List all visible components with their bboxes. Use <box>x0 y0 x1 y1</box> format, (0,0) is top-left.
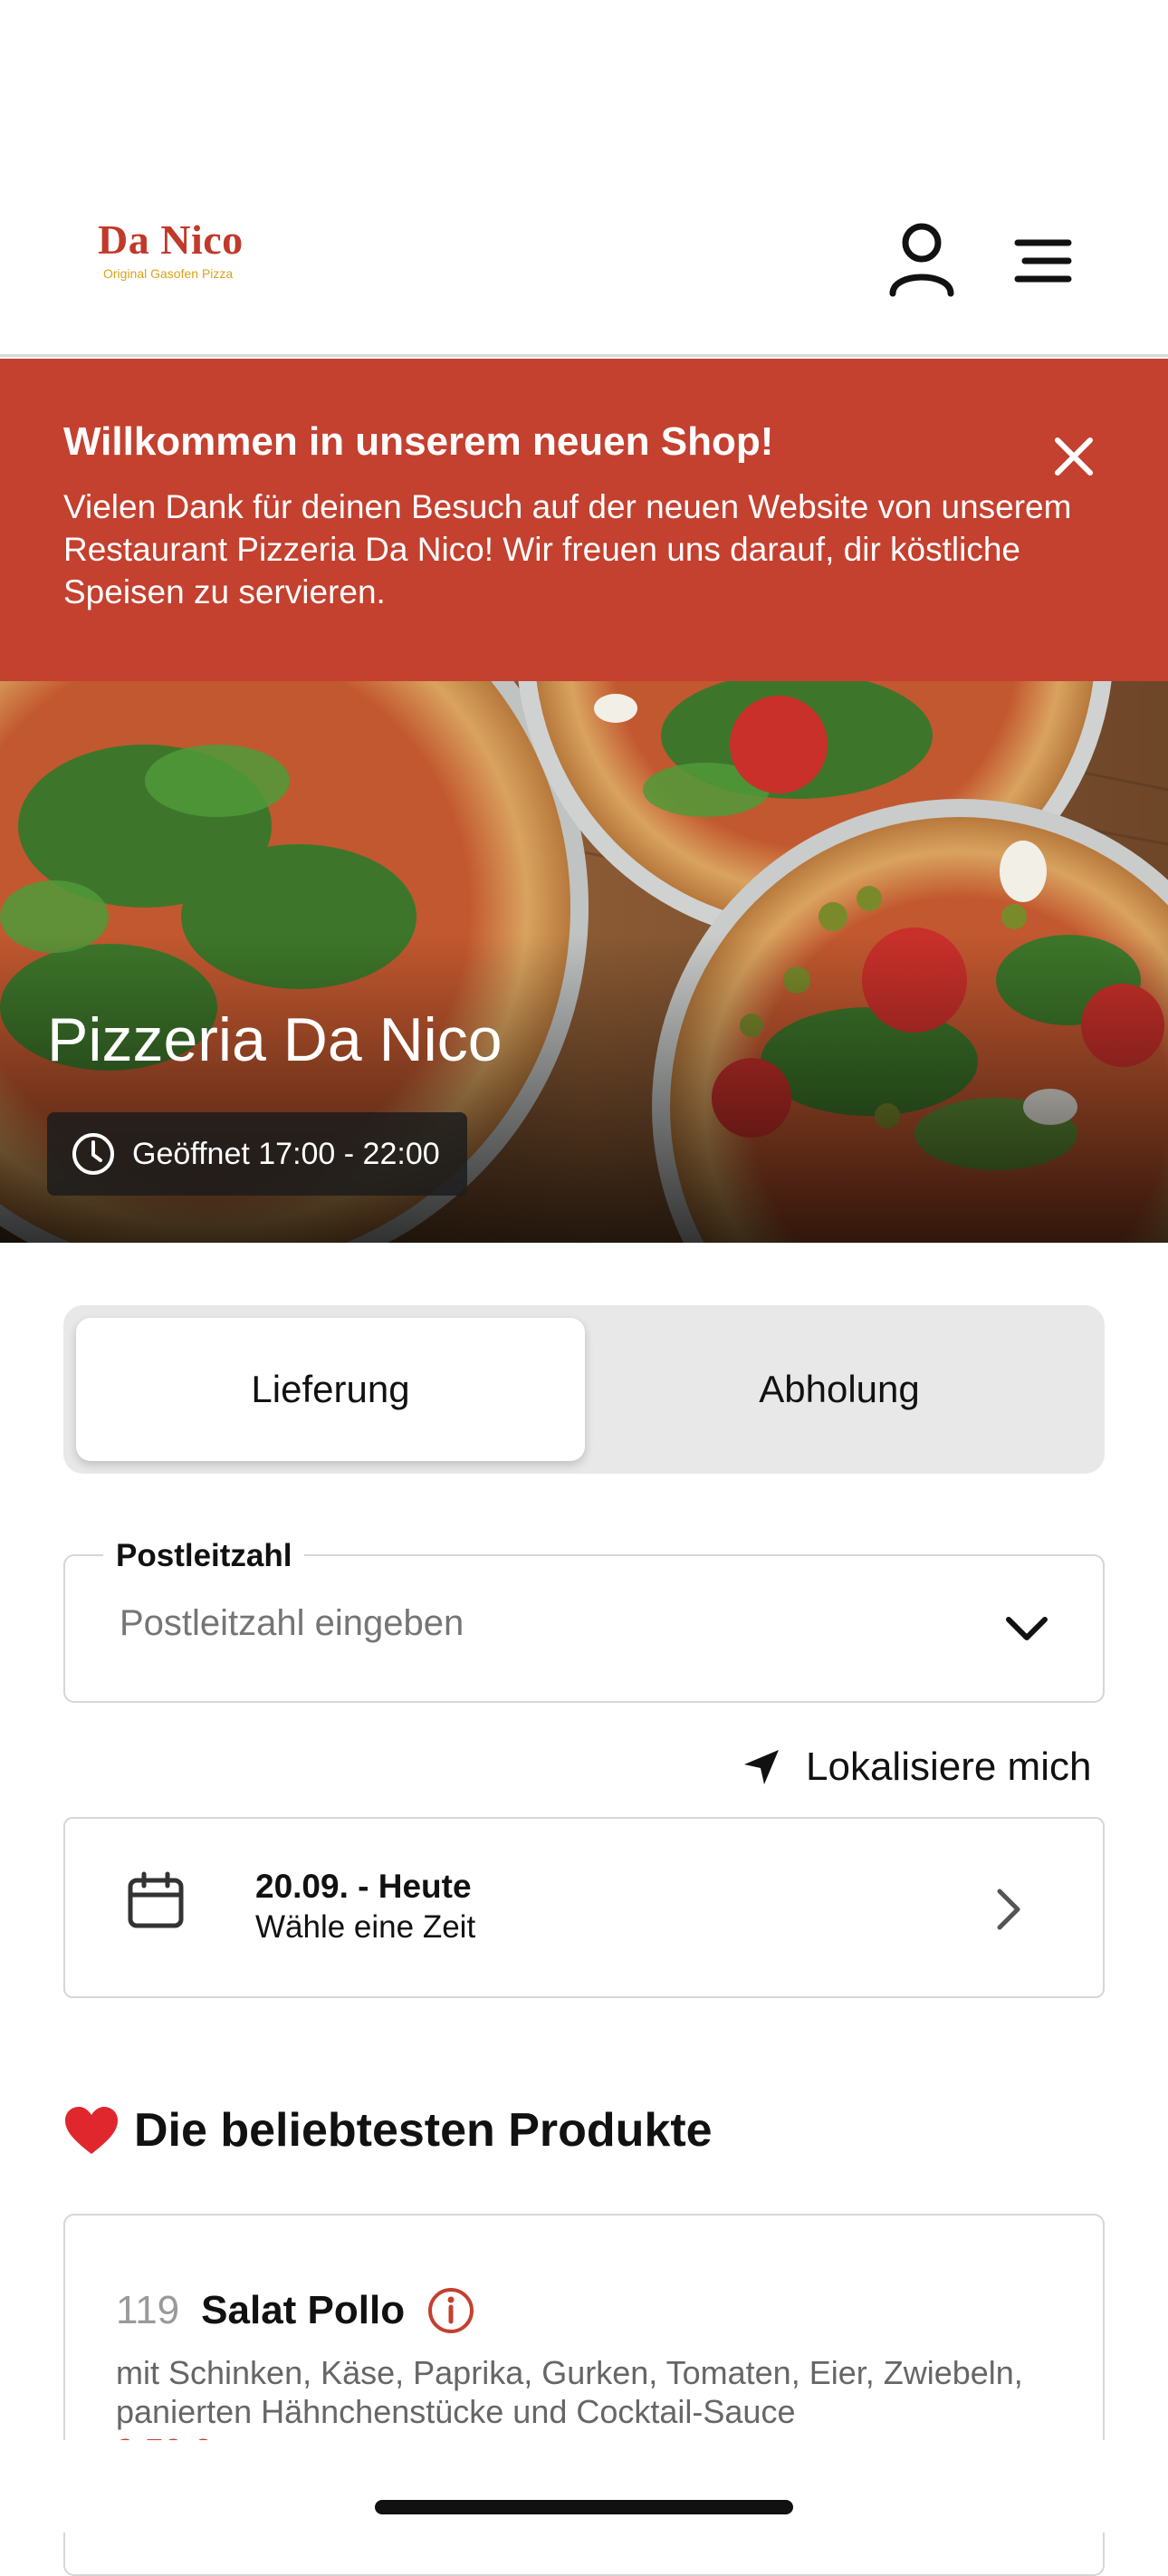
info-icon[interactable] <box>426 2286 475 2335</box>
tab-pickup[interactable]: Abholung <box>585 1318 1094 1461</box>
order-mode-toggle: Lieferung Abholung <box>63 1305 1105 1474</box>
product-description: mit Schinken, Käse, Paprika, Gurken, Tom… <box>116 2354 1023 2430</box>
chevron-right-icon <box>992 1886 1025 1937</box>
postal-code-input[interactable] <box>120 1603 934 1644</box>
chevron-down-icon <box>1006 1617 1048 1640</box>
locate-me-button[interactable]: Lokalisiere mich <box>742 1745 1091 1790</box>
product-number: 119 <box>116 2288 180 2332</box>
account-button[interactable] <box>887 221 956 297</box>
menu-button[interactable] <box>1012 237 1076 284</box>
bottom-area <box>0 2440 1168 2533</box>
welcome-banner: Willkommen in unserem neuen Shop! Vielen… <box>0 359 1168 681</box>
banner-title: Willkommen in unserem neuen Shop! <box>63 419 774 464</box>
logo-tagline: Original Gasofen Pizza <box>103 266 234 281</box>
date-time-picker[interactable] <box>63 1817 1105 1998</box>
home-indicator[interactable] <box>375 2500 793 2514</box>
postal-code-label: Postleitzahl <box>103 1540 305 1572</box>
clock-icon <box>72 1133 114 1175</box>
opening-hours-text: Geöffnet 17:00 - 22:00 <box>132 1136 440 1171</box>
logo[interactable]: Da Nico Original Gasofen Pizza <box>98 216 261 282</box>
locate-me-label: Lokalisiere mich <box>806 1745 1092 1789</box>
menu-icon <box>1014 239 1072 283</box>
opening-hours-badge: Geöffnet 17:00 - 22:00 <box>47 1112 467 1196</box>
restaurant-name: Pizzeria Da Nico <box>47 1005 503 1074</box>
calendar-icon <box>127 1871 185 1934</box>
banner-close-button[interactable] <box>1048 431 1099 482</box>
product-name: Salat Pollo <box>201 2288 406 2332</box>
logo-name: Da Nico <box>98 216 244 263</box>
postal-dropdown-toggle[interactable] <box>1003 1612 1050 1649</box>
banner-text: Vielen Dank für deinen Besuch auf der ne… <box>63 488 1072 610</box>
selected-date: 20.09. - Heute <box>255 1868 472 1905</box>
section-heading-text: Die beliebtesten Produkte <box>134 2104 713 2157</box>
product-header: 119 Salat Pollo <box>116 2286 475 2335</box>
heart-icon <box>65 2107 118 2154</box>
time-prompt: Wähle eine Zeit <box>255 1909 476 1945</box>
close-icon <box>1055 437 1093 476</box>
tab-delivery[interactable]: Lieferung <box>76 1318 585 1461</box>
user-icon <box>889 223 954 297</box>
location-arrow-icon <box>744 1750 779 1784</box>
section-heading: Die beliebtesten Produkte <box>63 2103 713 2158</box>
header <box>0 0 1168 357</box>
